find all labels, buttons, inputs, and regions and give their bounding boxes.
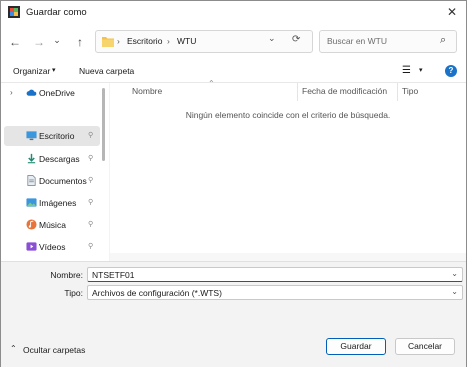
address-dropdown-icon[interactable]: ⌄ xyxy=(268,33,276,44)
horizontal-scrollbar[interactable] xyxy=(110,253,466,261)
file-type-value: Archivos de configuración (*.WTS) xyxy=(92,288,222,298)
sidebar-item-label: Imágenes xyxy=(39,198,77,208)
sidebar-scrollbar[interactable] xyxy=(102,88,105,161)
desktop-icon xyxy=(26,131,37,141)
breadcrumb-separator-icon: › xyxy=(117,36,120,46)
new-folder-button[interactable]: Nueva carpeta xyxy=(79,66,134,76)
hide-folders-button[interactable]: Ocultar carpetas xyxy=(23,345,85,355)
file-list: ⌃ Nombre Fecha de modificación Tipo Ning… xyxy=(110,79,466,261)
sidebar-item-musica[interactable]: Música ⚲ xyxy=(4,215,100,235)
empty-folder-message: Ningún elemento coincide con el criterio… xyxy=(185,110,391,120)
video-icon xyxy=(26,242,37,251)
refresh-icon[interactable]: ⟳ xyxy=(292,34,300,45)
view-options-icon[interactable]: ☰ xyxy=(402,65,411,76)
view-chevron-icon[interactable]: ▾ xyxy=(419,66,423,74)
organize-button[interactable]: Organizar xyxy=(13,66,50,76)
sidebar-item-escritorio[interactable]: Escritorio ⚲ xyxy=(4,126,100,146)
pin-icon: ⚲ xyxy=(88,243,94,250)
sort-indicator-icon: ⌃ xyxy=(208,79,215,88)
sidebar-item-label: Música xyxy=(39,220,66,230)
pin-icon: ⚲ xyxy=(88,177,94,184)
cancel-button[interactable]: Cancelar xyxy=(395,338,455,355)
cloud-icon xyxy=(26,89,37,96)
folder-icon xyxy=(102,37,114,47)
pin-icon: ⚲ xyxy=(88,155,94,162)
sidebar-item-descargas[interactable]: Descargas ⚲ xyxy=(4,149,100,169)
picture-icon xyxy=(26,198,37,207)
pin-icon: ⚲ xyxy=(88,221,94,228)
address-bar[interactable]: › Escritorio › WTU ⌄ ⟳ xyxy=(95,30,313,53)
breadcrumb-separator-icon: › xyxy=(167,36,170,46)
breadcrumb-wtu[interactable]: WTU xyxy=(177,36,196,46)
search-box[interactable]: Buscar en WTU ⌕ xyxy=(319,30,457,53)
sidebar-item-onedrive[interactable]: › OneDrive xyxy=(4,83,100,103)
sidebar-item-documentos[interactable]: Documentos ⚲ xyxy=(4,171,100,191)
window-title: Guardar como xyxy=(26,7,87,18)
pin-icon: ⚲ xyxy=(88,199,94,206)
column-divider[interactable] xyxy=(397,83,398,101)
sidebar-item-videos[interactable]: Vídeos ⚲ xyxy=(4,237,100,257)
back-icon[interactable]: ← xyxy=(5,32,25,52)
search-icon[interactable]: ⌕ xyxy=(440,34,446,47)
command-toolbar xyxy=(1,59,466,83)
help-icon[interactable]: ? xyxy=(445,65,457,77)
file-type-select[interactable]: Archivos de configuración (*.WTS) ⌄ xyxy=(87,285,463,300)
file-name-dropdown-icon[interactable]: ⌄ xyxy=(451,269,458,278)
download-icon xyxy=(27,153,36,164)
column-header-modified[interactable]: Fecha de modificación xyxy=(302,86,387,96)
expand-chevron-icon[interactable]: › xyxy=(10,88,13,97)
file-name-value: NTSETF01 xyxy=(92,270,135,280)
sidebar-item-imagenes[interactable]: Imágenes ⚲ xyxy=(4,193,100,213)
pin-icon: ⚲ xyxy=(88,132,94,139)
close-icon[interactable]: ✕ xyxy=(444,4,460,20)
save-as-dialog: Guardar como ✕ ← → ⌄ ↑ › Escritorio › WT… xyxy=(0,0,467,367)
column-divider[interactable] xyxy=(297,83,298,101)
music-icon xyxy=(26,219,37,230)
organize-chevron-icon[interactable]: ▾ xyxy=(52,66,56,74)
file-name-label: Nombre: xyxy=(50,270,83,280)
recent-locations-icon[interactable]: ⌄ xyxy=(47,30,67,50)
breadcrumb-escritorio[interactable]: Escritorio xyxy=(127,36,162,46)
search-input[interactable]: Buscar en WTU xyxy=(327,36,387,46)
save-button[interactable]: Guardar xyxy=(326,338,386,355)
title-bar: Guardar como ✕ xyxy=(1,1,466,25)
forward-icon[interactable]: → xyxy=(29,32,49,52)
column-header-type[interactable]: Tipo xyxy=(402,86,418,96)
sidebar-item-label: Escritorio xyxy=(39,131,75,141)
sidebar-item-label: Descargas xyxy=(39,154,80,164)
sidebar-item-label: Vídeos xyxy=(39,242,66,252)
file-name-field[interactable]: NTSETF01 ⌄ xyxy=(87,267,463,282)
sidebar-item-label: OneDrive xyxy=(39,88,75,98)
column-header-name[interactable]: Nombre xyxy=(132,86,162,96)
up-folder-icon[interactable]: ↑ xyxy=(70,32,90,52)
app-icon xyxy=(8,6,20,18)
hide-folders-chevron-icon[interactable]: ⌃ xyxy=(10,344,17,353)
file-type-label: Tipo: xyxy=(64,288,83,298)
file-type-dropdown-icon[interactable]: ⌄ xyxy=(451,287,458,296)
document-icon xyxy=(27,175,36,186)
sidebar-item-label: Documentos xyxy=(39,176,87,186)
